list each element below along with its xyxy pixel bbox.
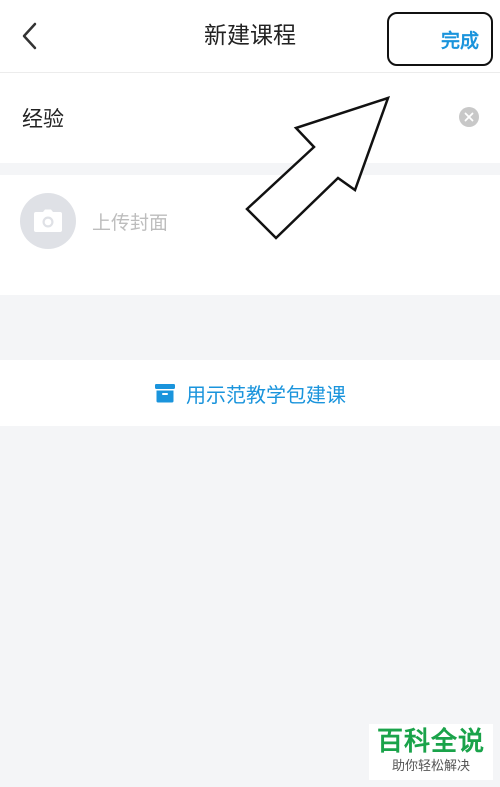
clear-input-button[interactable] xyxy=(459,107,479,127)
cover-upload-row: 上传封面 xyxy=(0,175,500,295)
template-create-button[interactable]: 用示范教学包建课 xyxy=(0,360,500,426)
back-button[interactable] xyxy=(12,16,48,56)
camera-icon xyxy=(34,209,62,232)
course-name-input[interactable] xyxy=(22,101,442,135)
upload-cover-label: 上传封面 xyxy=(92,211,169,234)
watermark-title: 百科全说 xyxy=(376,727,485,757)
watermark-subtitle: 助你轻松解决 xyxy=(391,759,470,774)
template-create-label: 用示范教学包建课 xyxy=(186,382,346,407)
course-name-row xyxy=(0,73,500,163)
header-bar: 新建课程 完成 xyxy=(0,0,500,73)
watermark-logo: 百科全说 助你轻松解决 xyxy=(369,724,493,780)
camera-badge xyxy=(20,193,76,249)
box-icon xyxy=(154,382,176,404)
page-title: 新建课程 xyxy=(204,23,296,49)
clear-icon xyxy=(464,112,474,122)
chevron-left-icon xyxy=(22,22,37,50)
upload-cover-button[interactable]: 上传封面 xyxy=(20,193,168,249)
done-button[interactable]: 完成 xyxy=(387,12,493,66)
